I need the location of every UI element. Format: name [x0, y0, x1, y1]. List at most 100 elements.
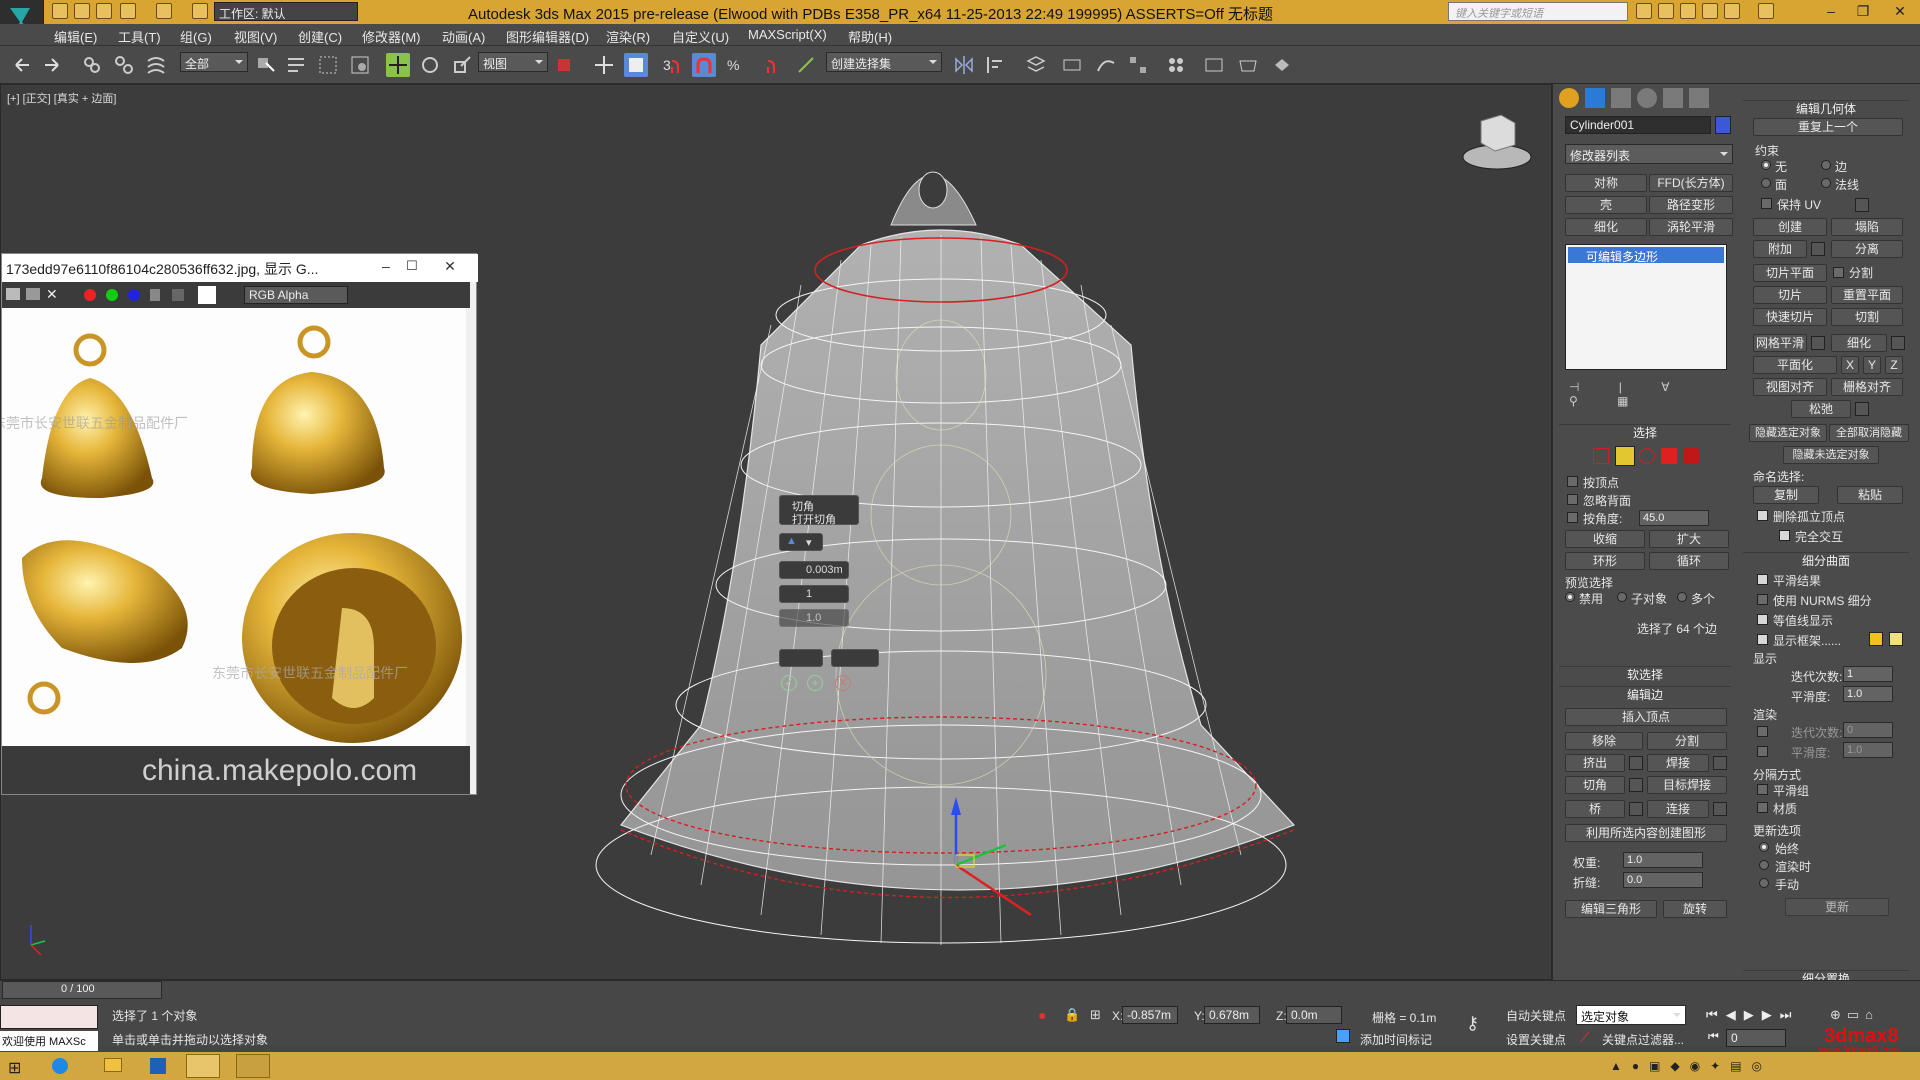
search-input[interactable]: 键入关键字或短语: [1448, 2, 1628, 21]
menu-help[interactable]: 帮助(H): [848, 27, 892, 46]
maxscript-listener-mini[interactable]: [0, 1005, 98, 1029]
update-always-radio[interactable]: [1759, 842, 1769, 852]
object-name-field[interactable]: Cylinder001: [1565, 116, 1711, 134]
schematic-view-icon[interactable]: [1126, 53, 1150, 77]
preview-subobj-radio[interactable]: [1617, 592, 1627, 602]
polygon-mode-icon[interactable]: [1661, 448, 1677, 464]
angle-spinner[interactable]: 45.0: [1639, 510, 1709, 526]
maximize-button[interactable]: ❐: [1848, 0, 1878, 22]
hide-selected-button[interactable]: 隐藏选定对象: [1749, 424, 1827, 442]
clear-icon[interactable]: ✕: [46, 286, 58, 303]
preserve-uv-settings-button[interactable]: [1855, 198, 1869, 212]
connect-settings-button[interactable]: [1713, 802, 1727, 816]
cage-color-swatch-2[interactable]: [1889, 632, 1903, 646]
bridge-settings-button[interactable]: [1629, 802, 1643, 816]
constraint-none-radio[interactable]: [1761, 160, 1771, 170]
menu-customize[interactable]: 自定义(U): [672, 27, 729, 46]
monochrome-icon[interactable]: [172, 289, 184, 301]
keyboard-shortcut-override-icon[interactable]: [624, 53, 648, 77]
display-iterations-spinner[interactable]: 1: [1843, 666, 1893, 682]
browser-icon[interactable]: [52, 1058, 68, 1074]
communication-icon[interactable]: [1680, 3, 1696, 19]
default-in-out-tangent-icon[interactable]: ⟋: [1580, 1029, 1590, 1046]
curve-editor-icon[interactable]: [1094, 53, 1118, 77]
smoothing-groups-checkbox[interactable]: [1757, 784, 1768, 795]
menu-edit[interactable]: 编辑(E): [54, 27, 97, 46]
image-viewer-minimize-button[interactable]: –: [382, 258, 390, 274]
subscription-icon[interactable]: [1658, 3, 1674, 19]
render-smoothness-checkbox[interactable]: [1757, 746, 1768, 757]
caddy-ok-icon[interactable]: ✓: [781, 675, 797, 691]
rollout-soft-selection-header[interactable]: 软选择: [1559, 666, 1731, 682]
angle-snap-icon[interactable]: [692, 53, 716, 77]
attach-list-button[interactable]: [1811, 242, 1825, 256]
smooth-result-checkbox[interactable]: [1757, 574, 1768, 585]
edit-triangulation-button[interactable]: 编辑三角形: [1565, 900, 1657, 918]
open-file-icon[interactable]: [74, 3, 90, 19]
paint-taskbar-button[interactable]: [236, 1054, 270, 1078]
chamfer-type-dropdown[interactable]: ▲ ▾: [779, 533, 823, 551]
slice-plane-button[interactable]: 切片平面: [1753, 264, 1827, 282]
chamfer-smooth-toggle[interactable]: [831, 649, 879, 667]
materials-checkbox[interactable]: [1757, 802, 1768, 813]
menu-maxscript[interactable]: MAXScript(X): [748, 27, 827, 42]
object-color-swatch[interactable]: [1715, 116, 1731, 134]
exchange-x-icon[interactable]: [1724, 3, 1740, 19]
relax-button[interactable]: 松弛: [1791, 400, 1851, 418]
tessellate-settings-button[interactable]: [1891, 336, 1905, 350]
select-and-move-icon[interactable]: [386, 53, 410, 77]
set-key-button[interactable]: 设置关键点: [1506, 1031, 1566, 1048]
project-folder-icon[interactable]: [192, 3, 208, 19]
current-frame-field[interactable]: 0: [1726, 1029, 1786, 1047]
unlink-icon[interactable]: [112, 53, 136, 77]
absolute-mode-icon[interactable]: ⊞: [1090, 1007, 1101, 1023]
render-production-icon[interactable]: [1270, 53, 1294, 77]
green-channel-icon[interactable]: [106, 289, 118, 301]
close-button[interactable]: ✕: [1880, 0, 1920, 22]
menu-views[interactable]: 视图(V): [234, 27, 277, 46]
print-icon[interactable]: [26, 288, 40, 300]
adaptive-degradation-icon[interactable]: [1336, 1029, 1350, 1043]
z-coord-field[interactable]: 0.0m: [1286, 1006, 1342, 1024]
ring-button[interactable]: 环形: [1565, 552, 1645, 570]
system-tray-icons[interactable]: ▲●▣◆◉✦▤◎: [1610, 1059, 1772, 1073]
alpha-channel-icon[interactable]: [150, 289, 160, 301]
attach-button[interactable]: 附加: [1753, 240, 1807, 258]
edge-mode-icon[interactable]: [1615, 446, 1635, 466]
channel-dropdown[interactable]: RGB Alpha: [244, 286, 348, 304]
paste-button[interactable]: 粘贴: [1837, 486, 1903, 504]
link-icon[interactable]: [80, 53, 104, 77]
stack-item-editable-poly[interactable]: 可编辑多边形: [1568, 247, 1724, 264]
create-tab-icon[interactable]: [1559, 88, 1579, 108]
image-viewer-maximize-button[interactable]: ☐: [406, 258, 418, 274]
material-editor-icon[interactable]: [1164, 53, 1188, 77]
make-planar-button[interactable]: 平面化: [1753, 356, 1837, 374]
set-key-icon[interactable]: ⚷: [1466, 1013, 1479, 1034]
render-setup-icon[interactable]: [1202, 53, 1226, 77]
select-and-rotate-icon[interactable]: [418, 53, 442, 77]
rendered-frame-window-icon[interactable]: [1236, 53, 1260, 77]
spinner-snap-icon[interactable]: [756, 53, 780, 77]
mod-ffd-button[interactable]: FFD(长方体): [1649, 174, 1733, 192]
utilities-tab-icon[interactable]: [1689, 88, 1709, 108]
viewport-navigation-controls[interactable]: ⊕▭⌂: [1830, 1007, 1879, 1023]
rollout-edit-geometry-header[interactable]: 编辑几何体: [1743, 100, 1909, 116]
rollout-edit-edges-header[interactable]: 编辑边: [1559, 686, 1731, 702]
view-align-button[interactable]: 视图对齐: [1753, 378, 1827, 396]
3dsmax-taskbar-button[interactable]: [186, 1054, 220, 1078]
update-manual-radio[interactable]: [1759, 878, 1769, 888]
preserve-uv-checkbox[interactable]: [1761, 198, 1772, 209]
repeat-last-button[interactable]: 重复上一个: [1753, 118, 1903, 136]
snaps-toggle-icon[interactable]: 3: [660, 53, 684, 77]
constraint-face-radio[interactable]: [1761, 178, 1771, 188]
background-color-swatch[interactable]: [198, 286, 216, 304]
undo-icon[interactable]: [120, 3, 136, 19]
edit-named-selection-icon[interactable]: [794, 53, 818, 77]
menu-tools[interactable]: 工具(T): [118, 27, 161, 46]
select-and-scale-icon[interactable]: [450, 53, 474, 77]
reset-plane-button[interactable]: 重置平面: [1831, 286, 1903, 304]
split-checkbox[interactable]: [1833, 267, 1844, 278]
key-filters-button[interactable]: 关键点过滤器...: [1602, 1031, 1684, 1048]
menu-create[interactable]: 创建(C): [298, 27, 342, 46]
grid-align-button[interactable]: 栅格对齐: [1831, 378, 1903, 396]
